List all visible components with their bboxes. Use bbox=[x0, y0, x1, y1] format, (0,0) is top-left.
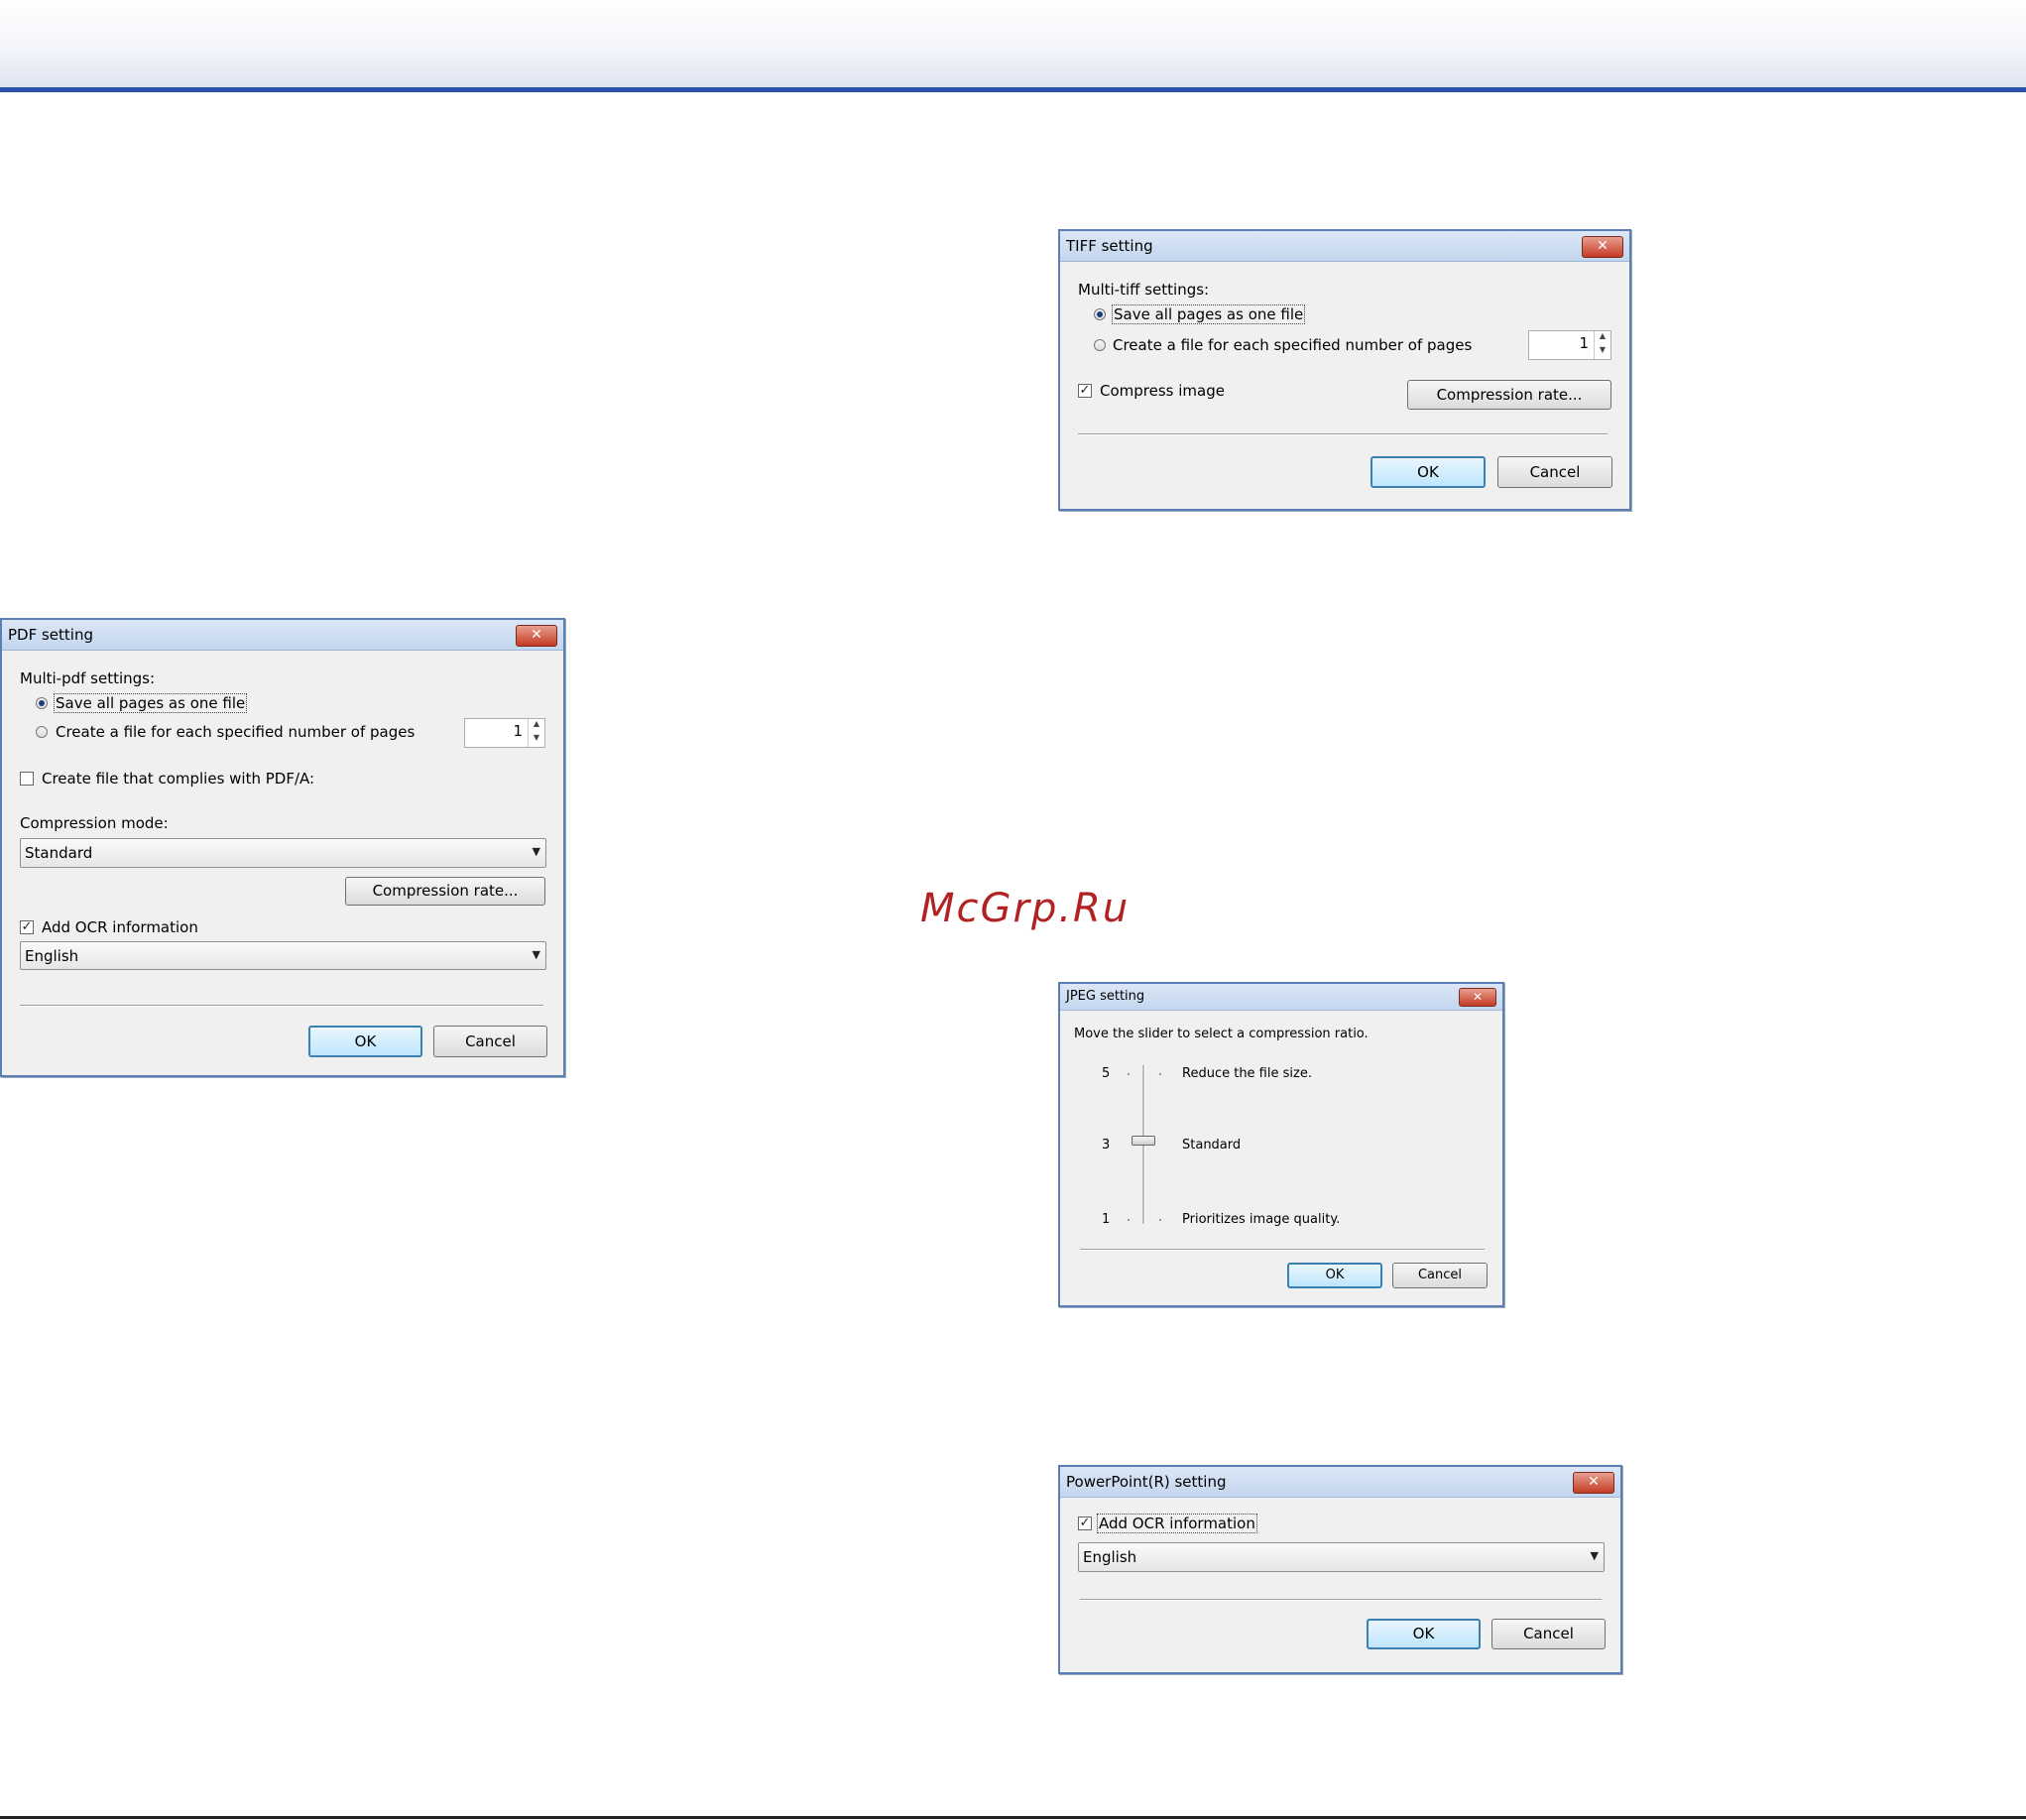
pages-stepper[interactable]: 1 ▲ ▼ bbox=[1528, 330, 1611, 360]
cancel-button-label: Cancel bbox=[1417, 1268, 1463, 1282]
dialog-title: TIFF setting bbox=[1066, 237, 1153, 255]
cancel-button[interactable]: Cancel bbox=[1491, 1619, 1606, 1649]
cancel-button[interactable]: Cancel bbox=[1392, 1263, 1488, 1288]
slider-tick bbox=[1159, 1219, 1161, 1221]
slider-thumb[interactable] bbox=[1132, 1136, 1155, 1146]
cancel-button[interactable]: Cancel bbox=[433, 1026, 547, 1057]
ok-button-label: OK bbox=[1325, 1268, 1345, 1282]
compression-mode-label: Compression mode: bbox=[20, 814, 169, 832]
cancel-button-label: Cancel bbox=[1529, 463, 1581, 481]
image-quality-text: Prioritizes image quality. bbox=[1182, 1212, 1341, 1227]
close-icon[interactable]: ✕ bbox=[1459, 988, 1496, 1007]
cancel-button-label: Cancel bbox=[465, 1032, 516, 1050]
compress-image-label[interactable]: Compress image bbox=[1100, 382, 1225, 400]
compression-rate-button-label: Compression rate... bbox=[372, 882, 519, 900]
ok-button[interactable]: OK bbox=[1371, 456, 1486, 488]
slider-tick bbox=[1128, 1219, 1130, 1221]
add-ocr-checkbox[interactable]: ✓ bbox=[20, 920, 34, 934]
cancel-button[interactable]: Cancel bbox=[1497, 456, 1612, 488]
radio-file-per-pages[interactable] bbox=[36, 726, 48, 738]
ocr-language-value: English bbox=[25, 947, 79, 965]
standard-text: Standard bbox=[1182, 1138, 1242, 1153]
reduce-file-size-text: Reduce the file size. bbox=[1182, 1066, 1312, 1081]
separator bbox=[1080, 1599, 1602, 1601]
radio-save-all-pages-label[interactable]: Save all pages as one file bbox=[1112, 304, 1306, 324]
stepper-up-icon[interactable]: ▲ bbox=[1595, 331, 1610, 345]
compression-rate-button[interactable]: Compression rate... bbox=[345, 877, 545, 906]
pages-stepper-value: 1 bbox=[513, 722, 523, 740]
stepper-buttons[interactable]: ▲ ▼ bbox=[1594, 331, 1610, 359]
pdfa-label[interactable]: Create file that complies with PDF/A: bbox=[42, 770, 314, 788]
slider-instruction: Move the slider to select a compression … bbox=[1074, 1027, 1369, 1041]
compression-mode-select[interactable]: Standard ▼ bbox=[20, 838, 546, 868]
dialog-title: PDF setting bbox=[8, 626, 93, 644]
radio-save-all-pages[interactable] bbox=[36, 697, 48, 709]
page-header-band bbox=[0, 0, 2026, 87]
dialog-title: PowerPoint(R) setting bbox=[1066, 1473, 1227, 1491]
ok-button[interactable]: OK bbox=[1367, 1619, 1481, 1649]
pdf-titlebar: PDF setting ✕ bbox=[2, 620, 563, 651]
ok-button[interactable]: OK bbox=[1287, 1263, 1382, 1288]
multi-tiff-label: Multi-tiff settings: bbox=[1078, 281, 1210, 299]
stepper-down-icon[interactable]: ▼ bbox=[1595, 345, 1610, 359]
radio-save-all-pages-label[interactable]: Save all pages as one file bbox=[54, 693, 248, 713]
radio-file-per-pages[interactable] bbox=[1094, 339, 1106, 351]
add-ocr-label[interactable]: Add OCR information bbox=[1097, 1514, 1257, 1533]
separator bbox=[20, 1005, 543, 1007]
chevron-down-icon: ▼ bbox=[1590, 1549, 1599, 1562]
separator bbox=[1080, 1249, 1485, 1251]
pdfa-checkbox[interactable] bbox=[20, 772, 34, 786]
add-ocr-label[interactable]: Add OCR information bbox=[42, 918, 198, 936]
ocr-language-value: English bbox=[1083, 1548, 1137, 1566]
radio-file-per-pages-label[interactable]: Create a file for each specified number … bbox=[56, 723, 415, 741]
ocr-language-select[interactable]: English ▼ bbox=[20, 941, 546, 970]
pages-stepper[interactable]: 1 ▲ ▼ bbox=[464, 718, 545, 748]
tiff-setting-dialog: TIFF setting ✕ Multi-tiff settings: Save… bbox=[1058, 229, 1631, 511]
ok-button-label: OK bbox=[1412, 1625, 1435, 1642]
ok-button[interactable]: OK bbox=[308, 1026, 422, 1057]
level-5-label: 5 bbox=[1102, 1066, 1111, 1081]
stepper-up-icon[interactable]: ▲ bbox=[529, 719, 544, 733]
close-icon[interactable]: ✕ bbox=[516, 625, 557, 647]
pdf-setting-dialog: PDF setting ✕ Multi-pdf settings: Save a… bbox=[0, 618, 565, 1077]
slider-tick bbox=[1128, 1073, 1130, 1075]
dialog-title: JPEG setting bbox=[1066, 989, 1145, 1004]
pages-stepper-value: 1 bbox=[1579, 334, 1589, 352]
compression-rate-button-label: Compression rate... bbox=[1436, 386, 1583, 404]
chevron-down-icon: ▼ bbox=[532, 948, 540, 961]
chevron-down-icon: ▼ bbox=[532, 845, 540, 858]
powerpoint-setting-dialog: PowerPoint(R) setting ✕ ✓ Add OCR inform… bbox=[1058, 1465, 1622, 1674]
jpeg-setting-dialog: JPEG setting ✕ Move the slider to select… bbox=[1058, 982, 1504, 1307]
stepper-down-icon[interactable]: ▼ bbox=[529, 733, 544, 747]
header-rule bbox=[0, 87, 2026, 92]
add-ocr-checkbox[interactable]: ✓ bbox=[1078, 1517, 1092, 1530]
compression-mode-value: Standard bbox=[25, 844, 93, 862]
ok-button-label: OK bbox=[354, 1032, 377, 1050]
level-1-label: 1 bbox=[1102, 1212, 1111, 1227]
level-3-label: 3 bbox=[1102, 1138, 1111, 1153]
separator bbox=[1078, 433, 1608, 435]
radio-file-per-pages-label[interactable]: Create a file for each specified number … bbox=[1113, 336, 1472, 354]
jpeg-titlebar: JPEG setting ✕ bbox=[1060, 984, 1502, 1011]
ok-button-label: OK bbox=[1417, 463, 1439, 481]
close-icon[interactable]: ✕ bbox=[1573, 1472, 1614, 1494]
cancel-button-label: Cancel bbox=[1523, 1625, 1574, 1642]
close-icon[interactable]: ✕ bbox=[1582, 236, 1623, 258]
powerpoint-titlebar: PowerPoint(R) setting ✕ bbox=[1060, 1467, 1620, 1498]
slider-tick bbox=[1159, 1073, 1161, 1075]
compression-rate-button[interactable]: Compression rate... bbox=[1407, 380, 1611, 410]
watermark-text: McGrp.Ru bbox=[920, 886, 1131, 931]
tiff-titlebar: TIFF setting ✕ bbox=[1060, 231, 1629, 262]
compress-image-checkbox[interactable]: ✓ bbox=[1078, 384, 1092, 398]
ocr-language-select[interactable]: English ▼ bbox=[1078, 1542, 1605, 1572]
stepper-buttons[interactable]: ▲ ▼ bbox=[528, 719, 544, 747]
footer-rule bbox=[0, 1816, 2026, 1819]
radio-save-all-pages[interactable] bbox=[1094, 308, 1106, 320]
multi-pdf-label: Multi-pdf settings: bbox=[20, 669, 156, 687]
